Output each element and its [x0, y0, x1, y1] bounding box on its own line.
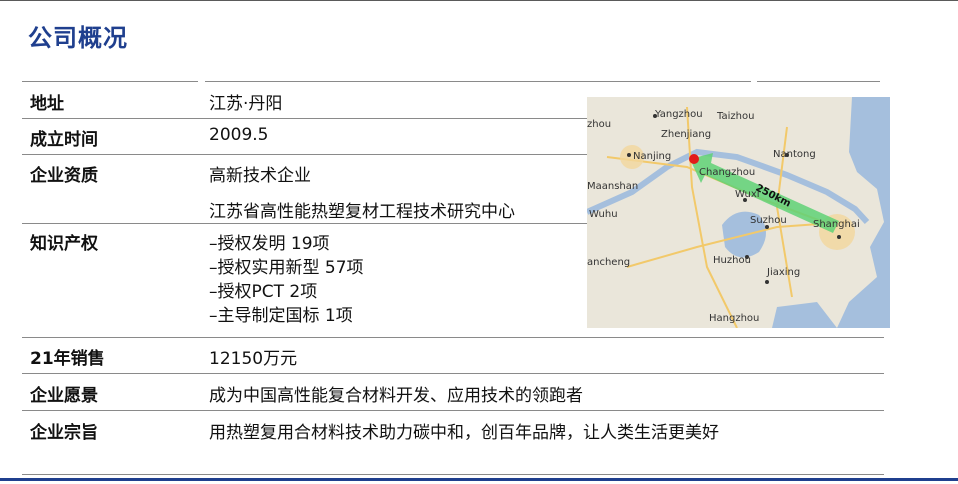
row-label-founded: 成立时间	[30, 130, 98, 150]
row-value-qualification-1: 高新技术企业	[209, 166, 311, 186]
map-city-label: zhou	[587, 119, 611, 130]
map-city-label: ancheng	[587, 257, 630, 268]
map-city-label: Changzhou	[699, 167, 755, 178]
map-city-label: Yangzhou	[654, 109, 703, 120]
row-divider	[22, 118, 587, 119]
row-value-sales: 12150万元	[209, 349, 298, 369]
location-map: 250km Yangzhou Taizhou zhou Zhenjiang Na…	[587, 97, 890, 328]
row-value-ip-2: –授权实用新型 57项	[209, 258, 364, 278]
map-city-label: Huzhou	[713, 255, 751, 266]
row-divider	[22, 373, 884, 374]
map-city-label: Shanghai	[813, 219, 860, 230]
row-label-qualification: 企业资质	[30, 166, 98, 186]
map-city-label: Wuhu	[589, 209, 618, 220]
map-city-label: Taizhou	[716, 111, 754, 122]
top-border	[0, 0, 958, 1]
row-divider	[22, 154, 587, 155]
map-land	[587, 97, 890, 328]
row-value-ip-4: –主导制定国标 1项	[209, 306, 353, 326]
row-label-mission: 企业宗旨	[30, 423, 98, 443]
header-line-left	[22, 81, 198, 82]
row-label-sales: 21年销售	[30, 349, 105, 369]
map-city-label: Jiaxing	[766, 267, 800, 278]
row-value-address: 江苏·丹阳	[209, 94, 283, 114]
bottom-border	[0, 478, 958, 481]
location-marker-icon	[689, 154, 699, 164]
map-city-label: Nanjing	[633, 151, 671, 162]
row-divider	[22, 474, 884, 475]
row-label-address: 地址	[30, 94, 64, 114]
map-city-label: Nantong	[773, 149, 816, 160]
row-value-mission: 用热塑复用合材料技术助力碳中和，创百年品牌，让人类生活更美好	[209, 423, 719, 443]
header-line-right	[757, 81, 880, 82]
row-value-vision: 成为中国高性能复合材料开发、应用技术的领跑者	[209, 386, 583, 406]
row-divider	[22, 410, 884, 411]
row-value-founded: 2009.5	[209, 125, 269, 145]
map-graphic: 250km Yangzhou Taizhou zhou Zhenjiang Na…	[587, 97, 890, 328]
row-divider	[22, 223, 587, 224]
row-divider	[22, 337, 884, 338]
map-city-label: Hangzhou	[709, 313, 759, 324]
row-label-vision: 企业愿景	[30, 386, 98, 406]
header-line-mid	[205, 81, 751, 82]
map-city-label: Maanshan	[587, 181, 638, 192]
map-city-label: Wuxi	[735, 189, 760, 200]
map-city-label: Suzhou	[750, 215, 787, 226]
page-title: 公司概况	[28, 24, 128, 52]
row-value-qualification-2: 江苏省高性能热塑复材工程技术研究中心	[209, 202, 515, 222]
row-value-ip-1: –授权发明 19项	[209, 234, 330, 254]
row-label-ip: 知识产权	[30, 234, 98, 254]
row-value-ip-3: –授权PCT 2项	[209, 282, 318, 302]
map-city-label: Zhenjiang	[661, 129, 711, 140]
